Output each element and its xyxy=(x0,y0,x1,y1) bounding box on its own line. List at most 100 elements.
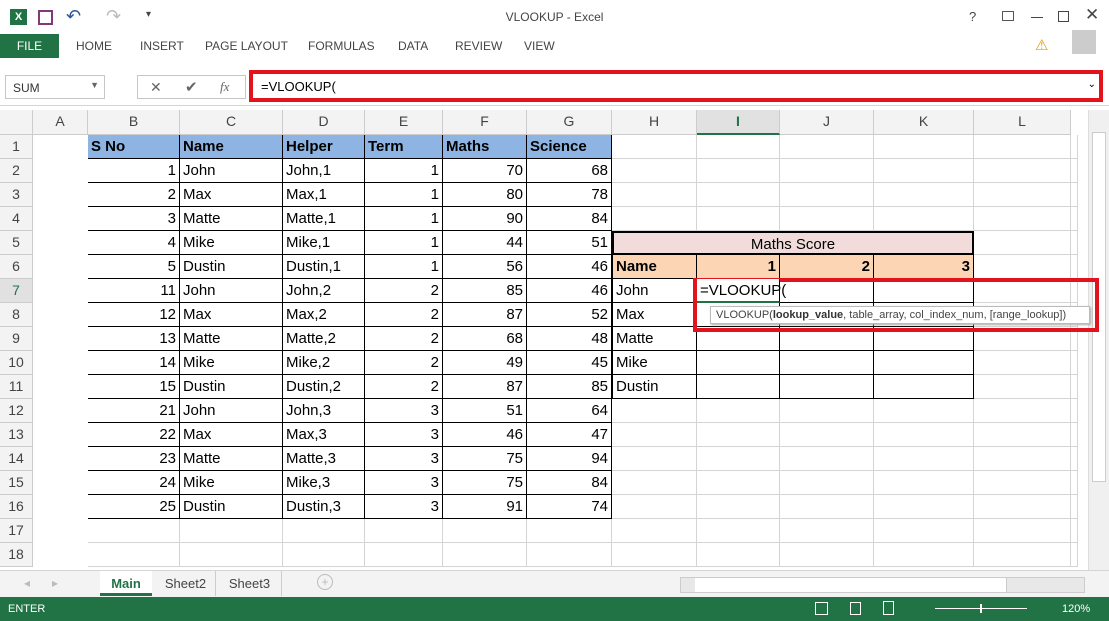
cell[interactable]: Max xyxy=(180,303,283,327)
cell[interactable]: 3 xyxy=(365,495,443,519)
cell[interactable] xyxy=(1071,255,1078,279)
cell[interactable] xyxy=(1071,231,1078,255)
cell[interactable]: 2 xyxy=(365,303,443,327)
cell[interactable]: 94 xyxy=(527,447,612,471)
cell[interactable]: Max xyxy=(180,423,283,447)
column-header-E[interactable]: E xyxy=(365,110,443,135)
cell[interactable]: Max xyxy=(180,183,283,207)
cell[interactable]: 87 xyxy=(443,303,527,327)
column-header-H[interactable]: H xyxy=(612,110,697,135)
cell[interactable] xyxy=(1071,423,1078,447)
cell[interactable]: 3 xyxy=(365,447,443,471)
cell[interactable]: Matte xyxy=(180,447,283,471)
cell[interactable] xyxy=(283,519,365,543)
cell[interactable] xyxy=(974,231,1071,255)
cell[interactable]: 1 xyxy=(365,231,443,255)
cell[interactable]: 52 xyxy=(527,303,612,327)
cell[interactable]: Name xyxy=(180,135,283,159)
cell[interactable] xyxy=(612,447,697,471)
cell[interactable] xyxy=(697,207,780,231)
cell[interactable]: 64 xyxy=(527,399,612,423)
cell[interactable]: 56 xyxy=(443,255,527,279)
cell[interactable] xyxy=(780,207,874,231)
cell[interactable] xyxy=(697,495,780,519)
cell[interactable]: Helper xyxy=(283,135,365,159)
scroll-right-icon[interactable]: ▸ xyxy=(52,576,58,590)
cell[interactable]: 2 xyxy=(365,327,443,351)
column-header-L[interactable]: L xyxy=(974,110,1071,135)
cell[interactable]: Max,2 xyxy=(283,303,365,327)
cell[interactable] xyxy=(974,351,1071,375)
cell[interactable]: Dustin xyxy=(180,495,283,519)
cell[interactable] xyxy=(780,135,874,159)
cell[interactable]: 84 xyxy=(527,207,612,231)
column-header-J[interactable]: J xyxy=(780,110,874,135)
score-table-title[interactable]: Maths Score xyxy=(612,231,974,255)
tab-view[interactable]: VIEW xyxy=(524,34,555,58)
cell[interactable] xyxy=(780,159,874,183)
h-scroll-thumb[interactable] xyxy=(695,578,1007,592)
score-header-cell[interactable]: Name xyxy=(612,255,697,279)
column-header-I[interactable]: I xyxy=(697,110,780,135)
tab-insert[interactable]: INSERT xyxy=(140,34,184,58)
cell[interactable]: 75 xyxy=(443,471,527,495)
cell[interactable]: 68 xyxy=(527,159,612,183)
cell[interactable] xyxy=(612,423,697,447)
insert-function-icon[interactable]: fx xyxy=(220,79,229,95)
cell[interactable]: Matte,2 xyxy=(283,327,365,351)
row-header-2[interactable]: 2 xyxy=(0,159,33,183)
cell[interactable]: S No xyxy=(88,135,180,159)
cell[interactable] xyxy=(697,159,780,183)
cell[interactable]: Mike xyxy=(180,231,283,255)
cell[interactable]: Mike xyxy=(180,471,283,495)
close-button[interactable]: ✕ xyxy=(1085,5,1099,25)
zoom-slider[interactable] xyxy=(935,604,1027,613)
cell[interactable] xyxy=(974,135,1071,159)
cell[interactable]: Matte xyxy=(180,327,283,351)
score-name-cell[interactable]: Matte xyxy=(612,327,697,351)
score-cell[interactable] xyxy=(780,375,874,399)
row-header-15[interactable]: 15 xyxy=(0,471,33,495)
cell[interactable]: Mike,3 xyxy=(283,471,365,495)
cell[interactable]: John,3 xyxy=(283,399,365,423)
row-header-5[interactable]: 5 xyxy=(0,231,33,255)
cell[interactable] xyxy=(1071,399,1078,423)
sheet-tab-sheet3[interactable]: Sheet3 xyxy=(218,571,282,596)
cell[interactable] xyxy=(88,543,180,567)
zoom-slider-thumb[interactable] xyxy=(980,604,982,613)
cell[interactable]: 3 xyxy=(365,471,443,495)
cell[interactable] xyxy=(974,159,1071,183)
cell[interactable] xyxy=(874,519,974,543)
cell[interactable]: 11 xyxy=(88,279,180,303)
cell[interactable] xyxy=(780,495,874,519)
cell[interactable]: 5 xyxy=(88,255,180,279)
cell[interactable] xyxy=(697,447,780,471)
row-header-14[interactable]: 14 xyxy=(0,447,33,471)
cell[interactable] xyxy=(1071,543,1078,567)
cell[interactable]: 74 xyxy=(527,495,612,519)
formula-input[interactable]: =VLOOKUP(⌄ xyxy=(249,70,1103,102)
cell[interactable] xyxy=(974,183,1071,207)
page-layout-view-icon[interactable] xyxy=(850,602,861,615)
tab-home[interactable]: HOME xyxy=(76,34,112,58)
maximize-button[interactable] xyxy=(1058,11,1069,22)
cell[interactable]: 85 xyxy=(527,375,612,399)
cell[interactable] xyxy=(1071,207,1078,231)
cell[interactable]: 1 xyxy=(88,159,180,183)
cell[interactable]: John xyxy=(180,399,283,423)
score-header-cell[interactable]: 3 xyxy=(874,255,974,279)
help-button[interactable]: ? xyxy=(969,9,976,24)
cell[interactable]: 51 xyxy=(527,231,612,255)
cell[interactable]: Matte,1 xyxy=(283,207,365,231)
row-header-10[interactable]: 10 xyxy=(0,351,33,375)
column-header-G[interactable]: G xyxy=(527,110,612,135)
horizontal-scrollbar[interactable] xyxy=(680,577,1085,593)
cancel-icon[interactable]: ✕ xyxy=(150,79,162,96)
cell[interactable]: Dustin,1 xyxy=(283,255,365,279)
cell[interactable] xyxy=(527,519,612,543)
cell[interactable]: 2 xyxy=(365,279,443,303)
cell[interactable] xyxy=(612,183,697,207)
cell[interactable] xyxy=(697,519,780,543)
active-cell-editing[interactable]: =VLOOKUP( xyxy=(697,279,786,303)
row-header-9[interactable]: 9 xyxy=(0,327,33,351)
